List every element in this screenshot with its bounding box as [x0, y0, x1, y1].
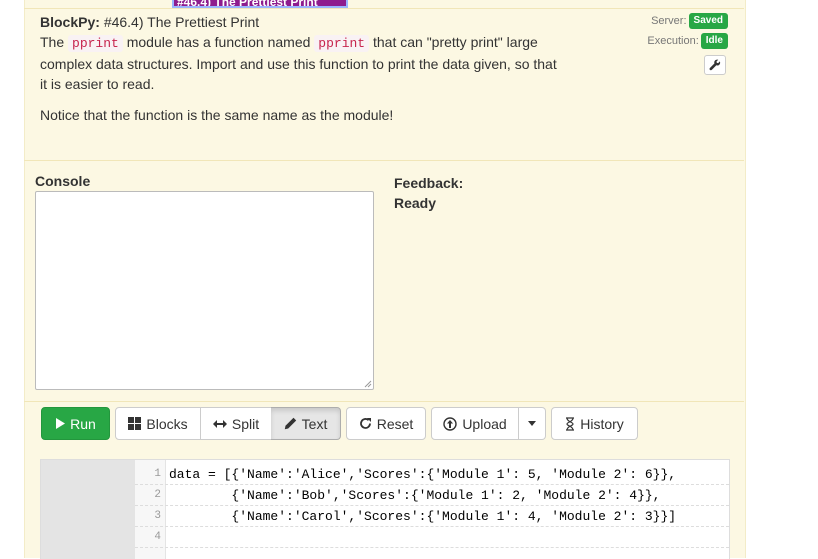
code-text[interactable]: {'Name':'Bob','Scores':{'Module 1': 2, '…: [169, 485, 660, 506]
caret-down-icon: [528, 421, 536, 426]
assignment-title-tab[interactable]: #46.4) The Prettiest Print: [172, 0, 348, 8]
status-panel: Server: Saved Execution: Idle: [647, 11, 728, 51]
blocks-button[interactable]: Blocks: [115, 407, 201, 440]
text-button[interactable]: Text: [271, 407, 341, 440]
section-divider: [24, 160, 744, 161]
editor-side-panel: [41, 460, 135, 559]
feedback-status: Ready: [394, 195, 437, 211]
execution-label: Execution:: [647, 35, 699, 47]
function-name-code: pprint: [314, 35, 370, 52]
feedback-label: Feedback:: [394, 175, 464, 191]
code-editor[interactable]: 1 data = [{'Name':'Alice','Scores':{'Mod…: [40, 459, 730, 559]
split-arrows-icon: [212, 419, 227, 428]
console-label: Console: [35, 173, 91, 189]
code-text[interactable]: data = [{'Name':'Alice','Scores':{'Modul…: [169, 464, 676, 485]
hourglass-icon: [566, 416, 575, 431]
code-text[interactable]: {'Name':'Carol','Scores':{'Module 1': 4,…: [169, 506, 676, 527]
instructions-note: Notice that the function is the same nam…: [40, 107, 394, 123]
instructions: BlockPy: #46.4) The Prettiest Print The …: [40, 12, 560, 125]
code-line[interactable]: 4: [135, 527, 729, 548]
upload-button[interactable]: Upload: [431, 407, 519, 440]
run-button[interactable]: Run: [41, 407, 110, 440]
play-icon: [56, 418, 66, 429]
refresh-icon: [359, 418, 371, 429]
execution-status-badge: Idle: [700, 33, 728, 49]
upload-dropdown-button[interactable]: [519, 407, 546, 440]
module-name-code: pprint: [68, 35, 123, 52]
line-number: 4: [154, 531, 161, 543]
code-line[interactable]: 2 {'Name':'Bob','Scores':{'Module 1': 2,…: [135, 485, 729, 506]
resize-handle-icon[interactable]: [364, 380, 372, 388]
upload-icon: [443, 416, 458, 431]
top-divider: [24, 8, 744, 9]
code-line[interactable]: 3 {'Name':'Carol','Scores':{'Module 1': …: [135, 506, 729, 527]
assignment-title: #46.4) The Prettiest Print: [103, 14, 260, 30]
toolbar-divider: [24, 401, 744, 402]
grid-icon: [128, 417, 142, 430]
split-button[interactable]: Split: [201, 407, 272, 440]
instructions-paragraph: The pprint module has a function named p…: [40, 34, 557, 92]
history-button[interactable]: History: [551, 407, 638, 440]
server-label: Server:: [651, 15, 687, 27]
code-line[interactable]: 1 data = [{'Name':'Alice','Scores':{'Mod…: [135, 464, 729, 485]
feedback-panel: Feedback: Ready: [394, 173, 463, 213]
server-status-badge: Saved: [688, 13, 728, 29]
blockpy-label: BlockPy:: [40, 14, 100, 30]
pencil-icon: [284, 417, 296, 430]
console-output[interactable]: [35, 191, 374, 390]
reset-button[interactable]: Reset: [346, 407, 426, 440]
line-number: 3: [154, 510, 161, 522]
settings-button[interactable]: [704, 55, 726, 75]
line-number: 1: [154, 468, 161, 480]
line-number: 2: [154, 489, 161, 501]
wrench-icon: [709, 59, 721, 71]
